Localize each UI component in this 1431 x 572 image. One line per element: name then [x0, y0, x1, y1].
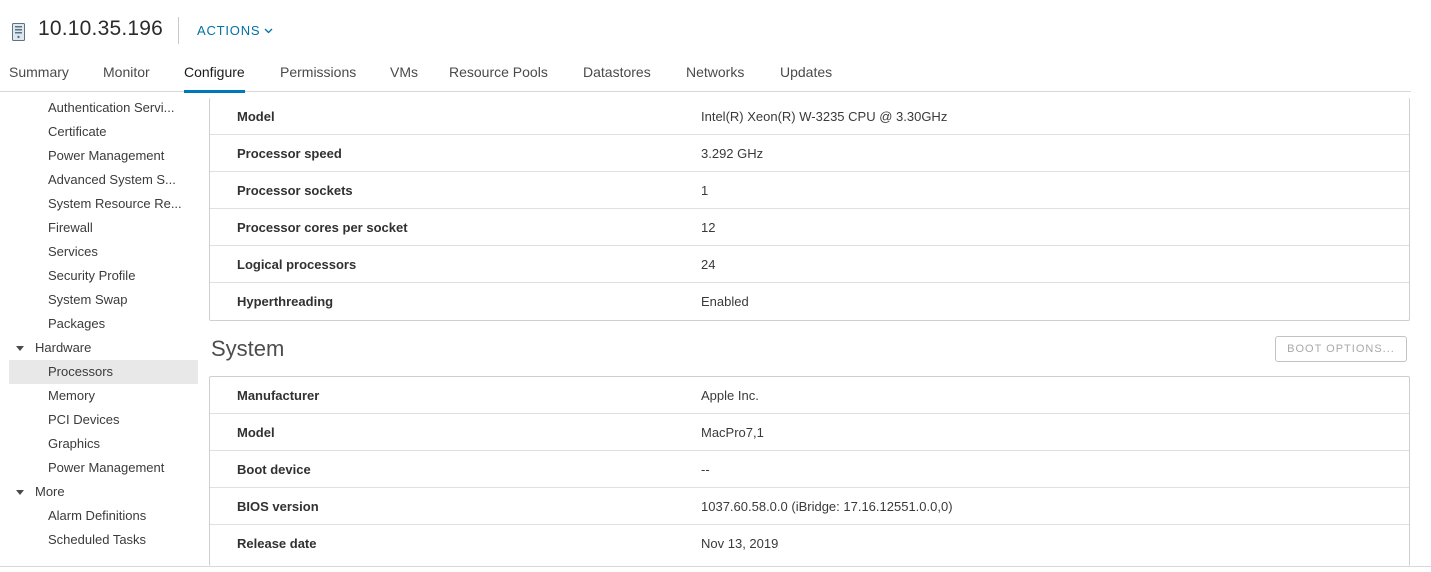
sidebar-item-label: Advanced System S...	[48, 172, 176, 187]
actions-label: ACTIONS	[197, 23, 261, 38]
actions-menu-button[interactable]: ACTIONS	[197, 23, 273, 38]
property-key: Model	[237, 109, 275, 124]
property-key: Manufacturer	[237, 388, 320, 403]
sidebar-item-label: Alarm Definitions	[48, 508, 147, 523]
property-key: Boot device	[237, 462, 311, 477]
sidebar-item-label: Packages	[48, 316, 106, 331]
sidebar-item-packages[interactable]: Packages	[9, 312, 198, 336]
sidebar-item-label: Security Profile	[48, 268, 136, 283]
property-key: Release date	[237, 536, 317, 551]
property-row: Processor sockets 1	[210, 172, 1409, 209]
header-divider	[178, 17, 179, 44]
sidebar-item-alarm-definitions[interactable]: Alarm Definitions	[9, 504, 198, 528]
sidebar-item-label: Power Management	[48, 148, 165, 163]
sidebar-item-label: Processors	[48, 364, 114, 379]
sidebar-item-memory[interactable]: Memory	[9, 384, 198, 408]
sidebar-item-pci-devices[interactable]: PCI Devices	[9, 408, 198, 432]
caret-down-icon[interactable]	[15, 489, 25, 496]
tab-permissions[interactable]: Permissions	[280, 64, 356, 92]
sidebar-group-label: More	[35, 484, 65, 499]
sidebar-item-label: Certificate	[48, 124, 107, 139]
property-value: MacPro7,1	[701, 425, 764, 440]
sidebar-item-security-profile[interactable]: Security Profile	[9, 264, 198, 288]
processor-properties-panel: Model Intel(R) Xeon(R) W-3235 CPU @ 3.30…	[209, 98, 1410, 321]
sidebar-item-firewall[interactable]: Firewall	[9, 216, 198, 240]
sidebar-item-label: Authentication Servi...	[48, 100, 175, 115]
property-key: BIOS version	[237, 499, 319, 514]
host-server-icon	[12, 23, 25, 41]
configure-sidebar: Authentication Servi... Certificate Powe…	[9, 96, 198, 556]
sidebar-item-advanced-system-settings[interactable]: Advanced System S...	[9, 168, 198, 192]
property-value: 1037.60.58.0.0 (iBridge: 17.16.12551.0.0…	[701, 499, 953, 514]
property-row: Model Intel(R) Xeon(R) W-3235 CPU @ 3.30…	[210, 98, 1409, 135]
property-key: Processor cores per socket	[237, 220, 408, 235]
property-value: 12	[701, 220, 716, 235]
sidebar-item-hardware-power-management[interactable]: Power Management	[9, 456, 198, 480]
property-row: Logical processors 24	[210, 246, 1409, 283]
property-row: Processor cores per socket 12	[210, 209, 1409, 246]
sidebar-item-label: System Resource Re...	[48, 196, 182, 211]
tab-vms[interactable]: VMs	[390, 64, 418, 92]
tab-monitor[interactable]: Monitor	[103, 64, 150, 92]
tab-bar: Summary Monitor Configure Permissions VM…	[0, 58, 1411, 93]
property-key: Processor speed	[237, 146, 342, 161]
sidebar-group-more[interactable]: More	[9, 480, 198, 504]
sidebar-item-label: Firewall	[48, 220, 93, 235]
sidebar-item-label: Memory	[48, 388, 95, 403]
sidebar-item-label: PCI Devices	[48, 412, 120, 427]
property-row: Release date Nov 13, 2019	[210, 525, 1409, 562]
object-header: 10.10.35.196 ACTIONS	[0, 0, 1431, 58]
property-row: Boot device --	[210, 451, 1409, 488]
tab-datastores[interactable]: Datastores	[583, 64, 651, 92]
property-value: Nov 13, 2019	[701, 536, 779, 551]
sidebar-item-graphics[interactable]: Graphics	[9, 432, 198, 456]
property-key: Processor sockets	[237, 183, 353, 198]
tab-summary[interactable]: Summary	[9, 64, 69, 92]
sidebar-item-label: Power Management	[48, 460, 165, 475]
system-properties-panel: Manufacturer Apple Inc. Model MacPro7,1 …	[209, 376, 1410, 566]
sidebar-item-system-resource-reservation[interactable]: System Resource Re...	[9, 192, 198, 216]
bottom-divider	[0, 566, 1431, 567]
property-value: Apple Inc.	[701, 388, 759, 403]
property-row: Manufacturer Apple Inc.	[210, 377, 1409, 414]
sidebar-item-authentication-services[interactable]: Authentication Servi...	[9, 96, 198, 120]
boot-options-button[interactable]: BOOT OPTIONS...	[1275, 336, 1407, 362]
property-value: 3.292 GHz	[701, 146, 764, 161]
sidebar-item-label: Graphics	[48, 436, 101, 451]
tab-updates[interactable]: Updates	[780, 64, 832, 92]
property-row: Model MacPro7,1	[210, 414, 1409, 451]
property-key: Model	[237, 425, 275, 440]
sidebar-group-label: Hardware	[35, 340, 92, 355]
property-value: Enabled	[701, 294, 749, 309]
property-value: 1	[701, 183, 709, 198]
sidebar-item-power-management[interactable]: Power Management	[9, 144, 198, 168]
sidebar-item-scheduled-tasks[interactable]: Scheduled Tasks	[9, 528, 198, 552]
page-title: 10.10.35.196	[38, 17, 164, 40]
sidebar-item-label: Scheduled Tasks	[48, 532, 147, 547]
sidebar-item-processors[interactable]: Processors	[9, 360, 198, 384]
property-row: Hyperthreading Enabled	[210, 283, 1409, 320]
section-title-system: System	[211, 336, 285, 361]
chevron-down-icon	[264, 28, 273, 34]
property-row: BIOS version 1037.60.58.0.0 (iBridge: 17…	[210, 488, 1409, 525]
sidebar-item-system-swap[interactable]: System Swap	[9, 288, 198, 312]
sidebar-item-label: Services	[48, 244, 98, 259]
property-row: Processor speed 3.292 GHz	[210, 135, 1409, 172]
property-key: Logical processors	[237, 257, 357, 272]
property-value: Intel(R) Xeon(R) W-3235 CPU @ 3.30GHz	[701, 109, 948, 124]
caret-down-icon[interactable]	[15, 345, 25, 352]
property-value: 24	[701, 257, 716, 272]
sidebar-item-label: System Swap	[48, 292, 128, 307]
tab-resource-pools[interactable]: Resource Pools	[449, 64, 548, 92]
sidebar-item-services[interactable]: Services	[9, 240, 198, 264]
sidebar-group-hardware[interactable]: Hardware	[9, 336, 198, 360]
tab-configure[interactable]: Configure	[184, 64, 245, 93]
property-value: --	[701, 462, 710, 477]
sidebar-item-certificate[interactable]: Certificate	[9, 120, 198, 144]
tab-networks[interactable]: Networks	[686, 64, 744, 92]
property-key: Hyperthreading	[237, 294, 334, 309]
